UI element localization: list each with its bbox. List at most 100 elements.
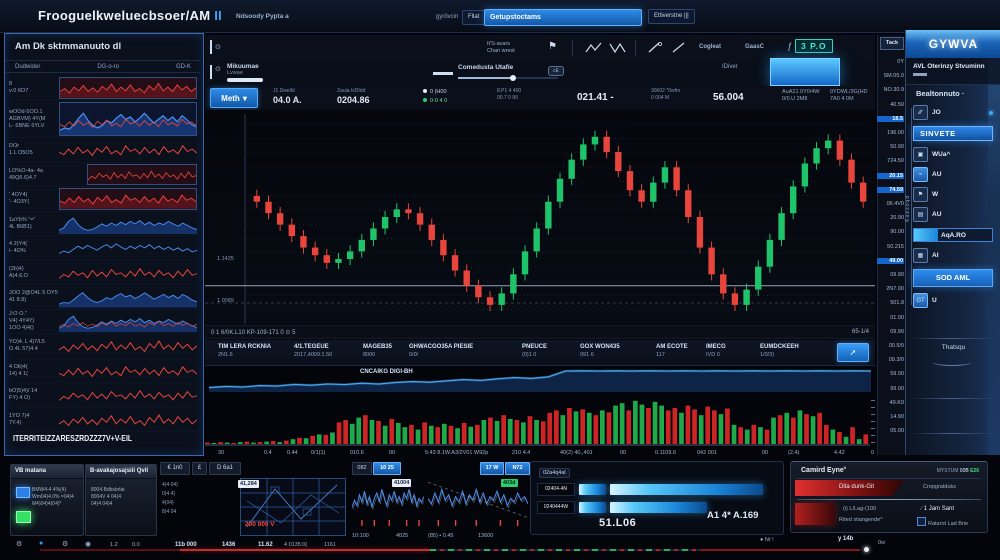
- progress-bar-small: [579, 502, 606, 513]
- slider-block: Comedusta Utafie: [458, 64, 558, 79]
- trend-line-tool-icon[interactable]: [585, 41, 603, 59]
- stats-column: GOX WON435091 6: [580, 344, 620, 358]
- topbar-button-3[interactable]: Ettiverstne |||: [648, 9, 695, 24]
- zigzag-tool-icon[interactable]: [609, 41, 627, 59]
- flag-icon: ⚑: [913, 187, 928, 202]
- primary-action-button[interactable]: [770, 58, 840, 86]
- progress-bar: [610, 484, 763, 495]
- sidebar-input[interactable]: AqA.RO: [913, 228, 993, 242]
- sidebar-footer-label: Thatsqu: [906, 344, 1000, 351]
- watchlist-row[interactable]: 4 Ob)4(14) 4 1(: [7, 359, 199, 384]
- mini-chart-1[interactable]: [352, 476, 424, 528]
- sidebar-tool-item[interactable]: ▣WUa^: [913, 148, 993, 161]
- tab-3[interactable]: D 6a1: [209, 462, 241, 475]
- stats-column: EUMDCKEEH1/0/3): [760, 344, 799, 358]
- alert-block-2[interactable]: [795, 503, 835, 525]
- topbar-button-1[interactable]: gyrövcin: [431, 11, 463, 24]
- pencil-tool-icon[interactable]: [647, 41, 663, 59]
- sidebar-tool-item[interactable]: ⚑W: [913, 188, 993, 201]
- progress-dot[interactable]: [864, 547, 869, 552]
- progress-panel: 02a4q4al 02404-4N 0240444W 51.L06 A1 4* …: [530, 461, 784, 535]
- sidebar-tool-item[interactable]: ≈AU: [913, 168, 993, 181]
- dot-icon[interactable]: ●: [39, 540, 43, 547]
- time-axis: 300.40.440/1(1)010.6005:43 8.1W.A3/2V01 …: [205, 448, 875, 460]
- watchlist-sidebar: Am Dk sktmmanuuto dl Dudwider DG-o-ro GD…: [4, 33, 204, 456]
- sidebar-tool-item[interactable]: ▦AI: [913, 249, 993, 262]
- header-stat: 021.41 -: [577, 92, 614, 103]
- time-tick-label: 042 001: [697, 450, 717, 456]
- chart-icon: ≈: [913, 167, 928, 182]
- instrument-marker: ⊙: [210, 65, 221, 79]
- watchlist-row[interactable]: J:O O."V4) 4Y4Y)1OO 4)4(): [7, 310, 199, 335]
- watchlist-row-label: ' 4OY4('- 4O3Y(: [9, 188, 59, 210]
- sidebar-item-selected[interactable]: SINVETE: [913, 126, 993, 141]
- toolbar-marker: ⊙: [210, 40, 221, 54]
- price-tick-label: 05.00: [879, 428, 904, 434]
- flag-tool-icon[interactable]: ⚑: [548, 41, 557, 52]
- function-icon: ƒ: [787, 41, 792, 51]
- tab-2[interactable]: £: [192, 462, 207, 475]
- candlestick-chart[interactable]: 1.14251.0089: [205, 110, 875, 324]
- watchlist-row[interactable]: 1YO 7)47Y.4): [7, 408, 199, 433]
- price-tick-label: 09.3/0: [879, 357, 904, 363]
- watchlist-row[interactable]: YO)4. L 4)7/L5O.4L 57)4.4: [7, 334, 199, 359]
- sidebar-action-button[interactable]: SOD AML: [913, 269, 993, 287]
- order-row2-line2[interactable]: Rited stiangende^: [839, 517, 883, 523]
- toolbar-label-b[interactable]: GaasC: [745, 44, 764, 50]
- watchlist-column-headers: Dudwider DG-o-ro GD-K: [5, 60, 201, 73]
- slider[interactable]: [458, 77, 558, 79]
- gear-icon[interactable]: ⚙: [62, 540, 68, 548]
- right-mini-stat: AuA21 0Y0/4W0/0.U 2M8: [782, 89, 820, 103]
- price-tick-label: 2N7.00: [879, 286, 904, 292]
- sparkline-chart: [59, 102, 197, 137]
- watchlist-row[interactable]: bO)5)4)/ 14FY) 4 O): [7, 383, 199, 408]
- stats-action-button[interactable]: ➚: [837, 343, 869, 362]
- toolbar-label-a[interactable]: Cogleat: [699, 44, 721, 50]
- photo-icon: ▣: [913, 147, 928, 162]
- lock-icon[interactable]: ◉: [85, 540, 91, 548]
- mini-pill-button[interactable]: cE: [548, 66, 564, 76]
- tack-box[interactable]: Tack: [880, 37, 904, 50]
- tab-1[interactable]: € 1n0: [160, 462, 190, 475]
- order-row1-left[interactable]: Dita dunk-Git: [839, 484, 874, 490]
- price-tick-label: 49.K0: [879, 400, 904, 406]
- sidebar-divider: [910, 398, 996, 399]
- timeframe-dropdown[interactable]: Meth▾: [210, 88, 258, 108]
- watchlist-row[interactable]: LO%O-4a- 4a49Q6.6)4.7: [7, 163, 199, 188]
- sidebar-tool-item[interactable]: ∕∕∕JO: [913, 106, 993, 119]
- watchlist-row[interactable]: (2b)4)A)4.6.O: [7, 261, 199, 286]
- order-row1-right[interactable]: Cropgratduks: [923, 484, 956, 490]
- mini-button-4[interactable]: N72: [505, 462, 530, 475]
- mini-chart-2[interactable]: [428, 476, 528, 528]
- order-row2-line1[interactable]: (i) L/Lag-(100: [843, 506, 876, 512]
- price-tick-label: 20.90: [879, 215, 904, 221]
- slider-handle[interactable]: [510, 75, 516, 81]
- time-tick-label: 4.42: [834, 450, 845, 456]
- price-tick-highlight: 20.15: [877, 173, 904, 179]
- time-tick-label: 0.44: [287, 450, 298, 456]
- sidebar-tool-item[interactable]: ▤AU: [913, 208, 993, 221]
- topbar-button-primary[interactable]: Getupstoctams: [484, 9, 642, 26]
- watchlist-row[interactable]: 1aYb% "="4L B6B1): [7, 212, 199, 237]
- sparkline-chart: [59, 213, 197, 235]
- watchlist-row-label: 1YO 7)47Y.4): [9, 409, 59, 431]
- watchlist-row[interactable]: ' 4OY4('- 4O3Y(: [7, 187, 199, 212]
- topbar-button-2[interactable]: Fllat: [462, 10, 485, 25]
- watchlist-row[interactable]: DOr1.L O5O5: [7, 138, 199, 163]
- sidebar-tool-item[interactable]: GTU: [913, 294, 993, 307]
- gear-icon[interactable]: ⚙: [16, 540, 22, 548]
- watchlist-row-label: J:O O."V4) 4Y4Y)1OO 4)4(): [9, 311, 59, 333]
- progress-header: 02a4q4al: [539, 468, 570, 478]
- price-tick-label: 09.90: [879, 329, 904, 335]
- mini-button-1[interactable]: 082: [352, 462, 372, 475]
- watchlist-row[interactable]: 4 2(Y4(i- 4O%: [7, 236, 199, 261]
- watchlist-row[interactable]: wOOd-5OO.1AGBVM) 4Y(ML- 6BNE 6YLV: [7, 101, 199, 139]
- mini-button-2[interactable]: 10 25: [373, 462, 401, 475]
- watchlist-row[interactable]: 8v:0 6O7: [7, 76, 199, 101]
- order-row2-right1[interactable]: ∕ 1 Jam Sant: [921, 506, 954, 512]
- mini-button-3[interactable]: 17 W: [480, 462, 504, 475]
- line-draw-tool-icon[interactable]: [671, 41, 687, 59]
- sidebar-vertical-label: Kaesoqd: [905, 195, 911, 222]
- watchlist-row[interactable]: JOO 2@O4L 5 OY541 8.8): [7, 285, 199, 310]
- order-row2-right2[interactable]: Ratarot Lad Brie: [917, 517, 968, 527]
